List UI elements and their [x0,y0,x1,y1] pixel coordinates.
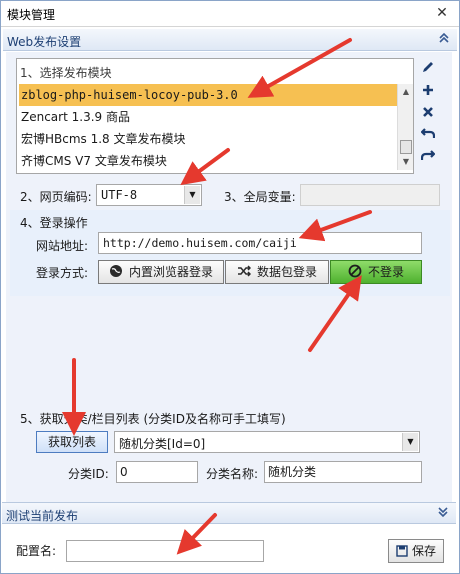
list-item[interactable]: Zencart 1.3.9 商品 [19,106,397,128]
module-toolbar [416,58,440,174]
category-id-input[interactable]: 0 [116,461,198,483]
category-select[interactable]: 随机分类[Id=0] ▼ [114,431,420,453]
url-input[interactable]: http://demo.huisem.com/caiji [98,232,422,254]
list-scrollbar[interactable]: ▲ ▼ [397,84,413,170]
test-publish-group-header[interactable]: 测试当前发布 [2,502,456,524]
login-section-title: 4、登录操作 [20,216,88,230]
login-method-label: 登录方式: [36,266,89,280]
fetch-section-title: 5、获取分类/栏目列表 (分类ID及名称可手工填写) [20,412,286,426]
chevron-down-icon[interactable]: ▼ [184,186,200,204]
config-name-input[interactable] [66,540,264,562]
list-item[interactable]: 宏博HBcms 1.8 文章发布模块 [19,128,397,150]
undo-icon[interactable] [418,126,438,146]
close-button[interactable]: ✕ [433,4,451,22]
delete-icon[interactable] [418,104,438,124]
no-login-button[interactable]: 不登录 [330,260,422,284]
collapse-chevron-icon[interactable] [439,32,449,47]
encoding-value: UTF-8 [101,188,138,202]
category-value: 随机分类[Id=0] [119,437,206,451]
builtin-browser-login-button[interactable]: 内置浏览器登录 [98,260,224,284]
ban-icon [348,263,362,278]
config-name-label: 配置名: [16,544,57,558]
fetch-list-button[interactable]: 获取列表 [36,431,108,453]
module-section-title: 1、选择发布模块 [20,66,112,80]
list-item[interactable]: 齐博CMS V7 文章发布模块 [19,150,397,172]
save-icon [396,542,408,564]
scroll-down-icon[interactable]: ▼ [400,156,412,168]
url-label: 网站地址: [36,239,89,253]
no-login-label: 不登录 [367,265,404,279]
window-title: 模块管理 [7,8,56,22]
scroll-thumb[interactable] [400,140,412,154]
shuffle-icon [237,263,252,277]
save-button[interactable]: 保存 [388,539,444,563]
title-bar: 模块管理 ✕ [1,1,459,27]
test-publish-group-title: 测试当前发布 [6,509,79,523]
globe-icon [109,263,123,277]
global-var-input[interactable] [300,184,440,206]
chevron-down-icon[interactable]: ▼ [402,433,418,451]
plus-icon[interactable] [418,82,438,102]
category-name-label: 分类名称: [206,467,259,481]
scroll-up-icon[interactable]: ▲ [400,86,412,98]
expand-chevron-icon[interactable] [438,506,448,521]
encoding-label: 2、网页编码: [20,190,92,204]
web-publish-group-title: Web发布设置 [7,35,82,49]
web-publish-group-header[interactable]: Web发布设置 [3,29,457,51]
category-id-label: 分类ID: [68,467,109,481]
save-label: 保存 [411,544,436,558]
pencil-icon[interactable] [418,60,438,80]
list-item[interactable]: zblog-php-huisem-locoy-pub-3.0 [19,84,397,106]
packet-login-label: 数据包登录 [256,265,317,279]
packet-login-button[interactable]: 数据包登录 [225,260,329,284]
global-var-label: 3、全局变量: [224,190,296,204]
redo-icon[interactable] [418,148,438,168]
module-list[interactable]: zblog-php-huisem-locoy-pub-3.0 Zencart 1… [19,84,397,172]
builtin-browser-login-label: 内置浏览器登录 [128,265,213,279]
encoding-select[interactable]: UTF-8 ▼ [96,184,202,206]
category-name-input[interactable]: 随机分类 [264,461,422,483]
